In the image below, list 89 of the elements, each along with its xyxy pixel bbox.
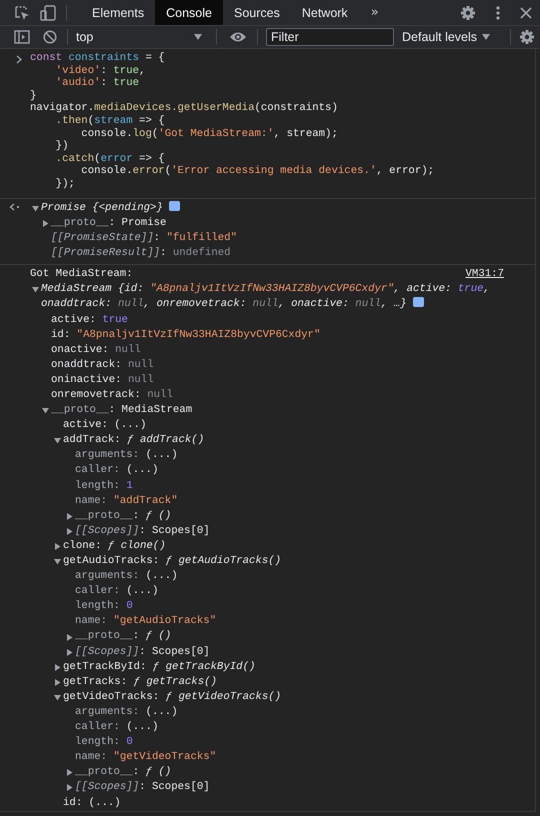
code-line: .catch(error => {	[54, 152, 165, 165]
clear-console-icon[interactable]	[43, 30, 57, 44]
expand-arrow-icon[interactable]	[54, 664, 61, 671]
object-summary: Promise {<pending>}	[41, 200, 180, 216]
code-line: }	[30, 90, 36, 102]
eye-icon[interactable]	[229, 31, 247, 43]
code-line: const constraints = {	[30, 52, 165, 65]
expand-arrow-icon[interactable]	[54, 694, 61, 701]
expand-arrow-icon[interactable]	[54, 542, 61, 550]
property-text: name: "getAudioTracks"	[75, 614, 216, 630]
property-text: __proto__: ƒ ()	[75, 508, 172, 524]
info-badge-icon[interactable]	[168, 200, 180, 211]
log-levels-select[interactable]: Default levels	[400, 27, 492, 47]
property-text: id: "A8pnaljv1ItVzIfNw33HAIZ8byvCVP6Cxdyr"	[51, 328, 320, 343]
property-text: [[PromiseResult]]: undefined	[51, 246, 231, 261]
settings-icon[interactable]	[519, 29, 535, 45]
expand-arrow-icon[interactable]	[66, 784, 73, 792]
property-text: __proto__: MediaStream	[51, 403, 192, 418]
property-text: arguments: (...)	[75, 569, 178, 584]
property-text: length: 0	[75, 599, 133, 614]
code-line: 'audio': true	[54, 77, 140, 90]
property-text: getAudioTracks: ƒ getAudioTracks()	[63, 554, 282, 569]
expand-arrow-icon[interactable]	[54, 558, 61, 566]
code-line: });	[54, 178, 75, 191]
code-line: console.log('Got MediaStream:', stream);	[80, 128, 338, 140]
property-text: caller: (...)	[75, 720, 158, 736]
more-tabs-button[interactable]: »	[364, 0, 385, 25]
device-toolbar-icon[interactable]	[40, 4, 56, 20]
property-text: addTrack: ƒ addTrack()	[63, 433, 204, 448]
prompt-chevron-icon	[16, 55, 22, 64]
info-badge-icon[interactable]	[412, 297, 424, 308]
property-text: onaddtrack: null	[51, 358, 154, 373]
property-text: name: "addTrack"	[75, 494, 178, 509]
property-text: arguments: (...)	[75, 448, 178, 464]
code-line: .then(stream => {	[54, 114, 165, 128]
panel-tab[interactable]: Elements	[81, 0, 156, 25]
expand-arrow-icon[interactable]	[66, 648, 73, 656]
property-text: length: 0	[75, 735, 133, 750]
log-message-text: Got MediaStream:	[30, 266, 133, 282]
property-text: [[Scopes]]: Scopes[0]	[75, 780, 210, 796]
property-text: [[PromiseState]]: "fulfilled"	[51, 230, 238, 246]
property-text: onremovetrack: null	[51, 388, 173, 403]
filter-field[interactable]: Filter	[266, 28, 394, 46]
expand-arrow-icon[interactable]	[66, 634, 73, 641]
property-text: name: "getVideoTracks"	[75, 750, 216, 766]
result-arrow-icon	[9, 202, 20, 211]
property-text: active: true	[51, 312, 128, 328]
property-text: __proto__: Promise	[51, 216, 166, 231]
property-text: __proto__: ƒ ()	[75, 629, 172, 644]
property-text: __proto__: ƒ ()	[75, 765, 172, 780]
property-text: getTracks: ƒ getTracks()	[63, 674, 217, 690]
property-text: oninactive: null	[51, 372, 154, 388]
property-text: clone: ƒ clone()	[63, 538, 166, 554]
more-options-icon[interactable]	[496, 4, 500, 20]
expand-arrow-icon[interactable]	[32, 286, 39, 294]
close-icon[interactable]	[520, 6, 532, 18]
code-line: console.error('Error accessing media devices.', error);	[80, 165, 434, 178]
sidebar-toggle-icon[interactable]	[14, 30, 30, 44]
settings-icon[interactable]	[460, 4, 476, 20]
expand-arrow-icon[interactable]	[42, 407, 49, 414]
caret-icon	[194, 34, 202, 40]
property-text: onactive: null	[51, 342, 141, 358]
expand-arrow-icon[interactable]	[54, 437, 61, 444]
caret-icon	[482, 34, 490, 40]
panel-tab[interactable]: Network	[290, 0, 359, 25]
code-line: navigator.mediaDevices.getUserMedia(constraints)	[30, 102, 338, 115]
property-text: caller: (...)	[75, 584, 158, 600]
source-link[interactable]: VM31:7	[466, 266, 504, 282]
expand-arrow-icon[interactable]	[42, 220, 49, 227]
panel-tab[interactable]: Console	[155, 0, 223, 25]
property-text: getVideoTracks: ƒ getVideoTracks()	[63, 690, 282, 705]
code-line: 'video': true,	[54, 64, 146, 77]
property-text: [[Scopes]]: Scopes[0]	[75, 524, 210, 539]
property-text: length: 1	[75, 478, 133, 494]
property-text: arguments: (...)	[75, 704, 178, 720]
expand-arrow-icon[interactable]	[66, 512, 73, 520]
property-text: id: (...)	[63, 796, 121, 810]
code-line: })	[54, 140, 68, 153]
context-select[interactable]: top	[76, 27, 206, 47]
property-text: getTrackById: ƒ getTrackById()	[63, 660, 256, 675]
expand-arrow-icon[interactable]	[66, 528, 73, 535]
property-text: [[Scopes]]: Scopes[0]	[75, 644, 210, 660]
panel-tab[interactable]: Sources	[222, 0, 291, 25]
expand-arrow-icon[interactable]	[32, 204, 39, 212]
property-text: caller: (...)	[75, 463, 158, 478]
property-text: active: (...)	[63, 418, 146, 434]
inspect-icon[interactable]	[14, 4, 30, 20]
expand-arrow-icon[interactable]	[66, 769, 73, 776]
expand-arrow-icon[interactable]	[54, 678, 61, 686]
